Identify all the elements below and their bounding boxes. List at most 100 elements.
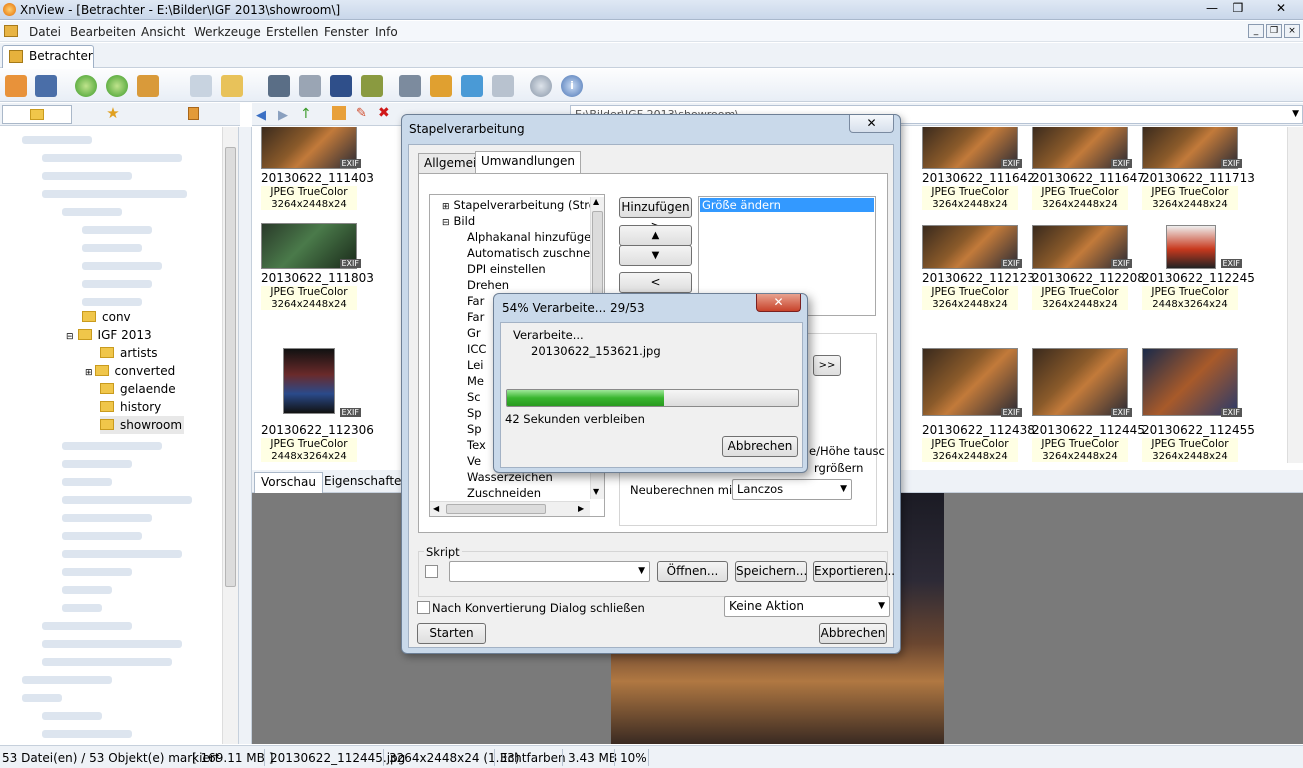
- op-item[interactable]: Lei: [467, 357, 483, 373]
- thumbnail-scrollbar[interactable]: [1287, 127, 1303, 463]
- op-item[interactable]: Far: [467, 293, 484, 309]
- compare-icon[interactable]: [492, 75, 514, 97]
- add-button[interactable]: Hinzufügen >: [619, 197, 692, 233]
- rename-icon[interactable]: ✎: [356, 106, 367, 121]
- tab-betrachter[interactable]: Betrachter: [2, 45, 94, 68]
- move-down-button[interactable]: ▼: [619, 245, 692, 266]
- settings-icon[interactable]: [530, 75, 552, 97]
- print-icon[interactable]: [299, 75, 321, 97]
- op-item[interactable]: ICC: [467, 341, 486, 357]
- thumbnail-item[interactable]: EXIF20130622_111647JPEG TrueColor (v1.1)…: [1032, 127, 1145, 211]
- web-icon[interactable]: [461, 75, 483, 97]
- start-button[interactable]: Starten: [417, 623, 486, 644]
- rotate-left-icon[interactable]: [75, 75, 97, 97]
- op-item[interactable]: Tex: [467, 437, 486, 453]
- menu-werkzeuge[interactable]: Werkzeuge: [194, 25, 261, 39]
- thumbnail-item[interactable]: EXIF20130622_112445JPEG TrueColor (v1.1)…: [1032, 348, 1145, 462]
- move-icon[interactable]: [137, 75, 159, 97]
- op-item[interactable]: Sp: [467, 405, 482, 421]
- export-script-button[interactable]: Exportieren...: [813, 561, 895, 582]
- op-item[interactable]: DPI einstellen: [467, 261, 546, 277]
- menu-ansicht[interactable]: Ansicht: [141, 25, 185, 39]
- minimize-button[interactable]: —: [1199, 0, 1225, 18]
- expand-icon[interactable]: ⊞: [442, 202, 450, 212]
- selected-operation[interactable]: Größe ändern: [700, 198, 874, 212]
- op-item[interactable]: Zuschneiden: [467, 485, 541, 501]
- hscroll-thumb[interactable]: [446, 504, 546, 514]
- tree-item-igf-2013[interactable]: ⊟ IGF 2013: [66, 326, 152, 344]
- tab-vorschau[interactable]: Vorschau: [254, 472, 323, 493]
- mdi-minimize-button[interactable]: _: [1248, 24, 1264, 38]
- menu-fenster[interactable]: Fenster: [324, 25, 369, 39]
- thumbnail-item[interactable]: EXIF20130622_111713JPEG TrueColor (v1.1)…: [1142, 127, 1255, 211]
- scroll-right-icon[interactable]: ▶: [578, 504, 584, 513]
- move-up-button[interactable]: ▲: [619, 225, 692, 246]
- parent-folder-icon[interactable]: ↑: [300, 106, 312, 122]
- thumbnail-item[interactable]: EXIF20130622_112245JPEG TrueColor (v1.1)…: [1142, 225, 1255, 311]
- progress-cancel-button[interactable]: Abbrechen: [722, 436, 798, 457]
- thumbnail-item[interactable]: EXIF20130622_112455JPEG TrueColor (v1.1)…: [1142, 348, 1255, 462]
- tree-scroll-thumb[interactable]: [225, 147, 236, 587]
- tree-item-history[interactable]: history: [100, 398, 161, 416]
- thumbnail-item[interactable]: EXIF20130622_111803JPEG TrueColor (v1.1)…: [261, 223, 374, 311]
- menu-erstellen[interactable]: Erstellen: [266, 25, 319, 39]
- save-script-button[interactable]: Speichern...: [735, 561, 807, 582]
- tree-item-converted[interactable]: ⊞ converted: [85, 362, 175, 380]
- remove-button[interactable]: < Entfernen: [619, 272, 692, 308]
- op-item[interactable]: Far: [467, 309, 484, 325]
- convert-icon[interactable]: [361, 75, 383, 97]
- new-folder-icon[interactable]: [332, 106, 346, 120]
- menu-datei[interactable]: Datei: [29, 25, 61, 39]
- forward-icon[interactable]: ▶: [278, 108, 288, 123]
- op-item[interactable]: Ve: [467, 453, 481, 469]
- rotate-right-icon[interactable]: [106, 75, 128, 97]
- thumbnail-item[interactable]: EXIF20130622_112306JPEG TrueColor (v1.1)…: [261, 348, 374, 462]
- delete-icon[interactable]: ✖: [378, 105, 390, 121]
- progress-close-button[interactable]: ✕: [756, 294, 801, 312]
- about-icon[interactable]: i: [561, 75, 583, 97]
- fullscreen-icon[interactable]: [35, 75, 57, 97]
- info-icon[interactable]: [190, 75, 212, 97]
- thumbnail-item[interactable]: EXIF20130622_112123JPEG TrueColor (v1.1)…: [922, 225, 1035, 311]
- chevron-down-icon[interactable]: ▼: [1292, 106, 1299, 123]
- tab-umwandlungen[interactable]: Umwandlungen: [475, 151, 582, 173]
- capture-icon[interactable]: [399, 75, 421, 97]
- tree-item-gelaende[interactable]: gelaende: [100, 380, 176, 398]
- mdi-close-button[interactable]: ×: [1284, 24, 1300, 38]
- op-item[interactable]: Alphakanal hinzufügen: [467, 229, 599, 245]
- more-button[interactable]: >>: [813, 355, 841, 376]
- back-icon[interactable]: ◀: [256, 108, 266, 123]
- op-item[interactable]: Sc: [467, 389, 481, 405]
- scroll-left-icon[interactable]: ◀: [433, 504, 439, 513]
- tree-item-artists[interactable]: artists: [100, 344, 158, 362]
- resample-select[interactable]: Lanczos ▼: [732, 479, 852, 500]
- after-action-select[interactable]: Keine Aktion ▼: [724, 596, 890, 617]
- scroll-thumb[interactable]: [592, 211, 603, 301]
- close-after-checkbox[interactable]: [417, 601, 430, 614]
- op-item[interactable]: Automatisch zuschneiden: [467, 245, 604, 261]
- favorites-tab[interactable]: ★: [78, 105, 148, 124]
- binoculars-icon[interactable]: [268, 75, 290, 97]
- filmstrip-icon[interactable]: [330, 75, 352, 97]
- op-item[interactable]: Me: [467, 373, 484, 389]
- op-item[interactable]: Drehen: [467, 277, 509, 293]
- op-tree-hscrollbar[interactable]: ◀ ▶: [430, 501, 590, 516]
- catalog-tab[interactable]: [158, 105, 228, 124]
- folders-tab[interactable]: [2, 105, 72, 124]
- op-item[interactable]: Sp: [467, 421, 482, 437]
- collapse-icon[interactable]: ⊟: [442, 218, 450, 228]
- thumbnail-item[interactable]: EXIF20130622_111403JPEG TrueColor (v1.1)…: [261, 127, 374, 211]
- script-select[interactable]: ▼: [449, 561, 650, 582]
- maximize-button[interactable]: ❒: [1225, 0, 1251, 18]
- tree-scrollbar[interactable]: [222, 127, 238, 744]
- close-button[interactable]: ✕: [1262, 0, 1300, 18]
- tree-item-conv[interactable]: conv: [82, 308, 131, 326]
- tree-root-batch[interactable]: ⊞ Stapelverarbeitung (Strg+U): [442, 197, 604, 213]
- tree-root-bild[interactable]: ⊟ Bild: [442, 213, 475, 229]
- slideshow-icon[interactable]: [430, 75, 452, 97]
- cancel-button[interactable]: Abbrechen: [819, 623, 887, 644]
- collapse-icon[interactable]: ⊟: [66, 332, 74, 342]
- system-menu-icon[interactable]: [4, 25, 18, 37]
- mdi-restore-button[interactable]: ❒: [1266, 24, 1282, 38]
- open-script-button[interactable]: Öffnen...: [657, 561, 728, 582]
